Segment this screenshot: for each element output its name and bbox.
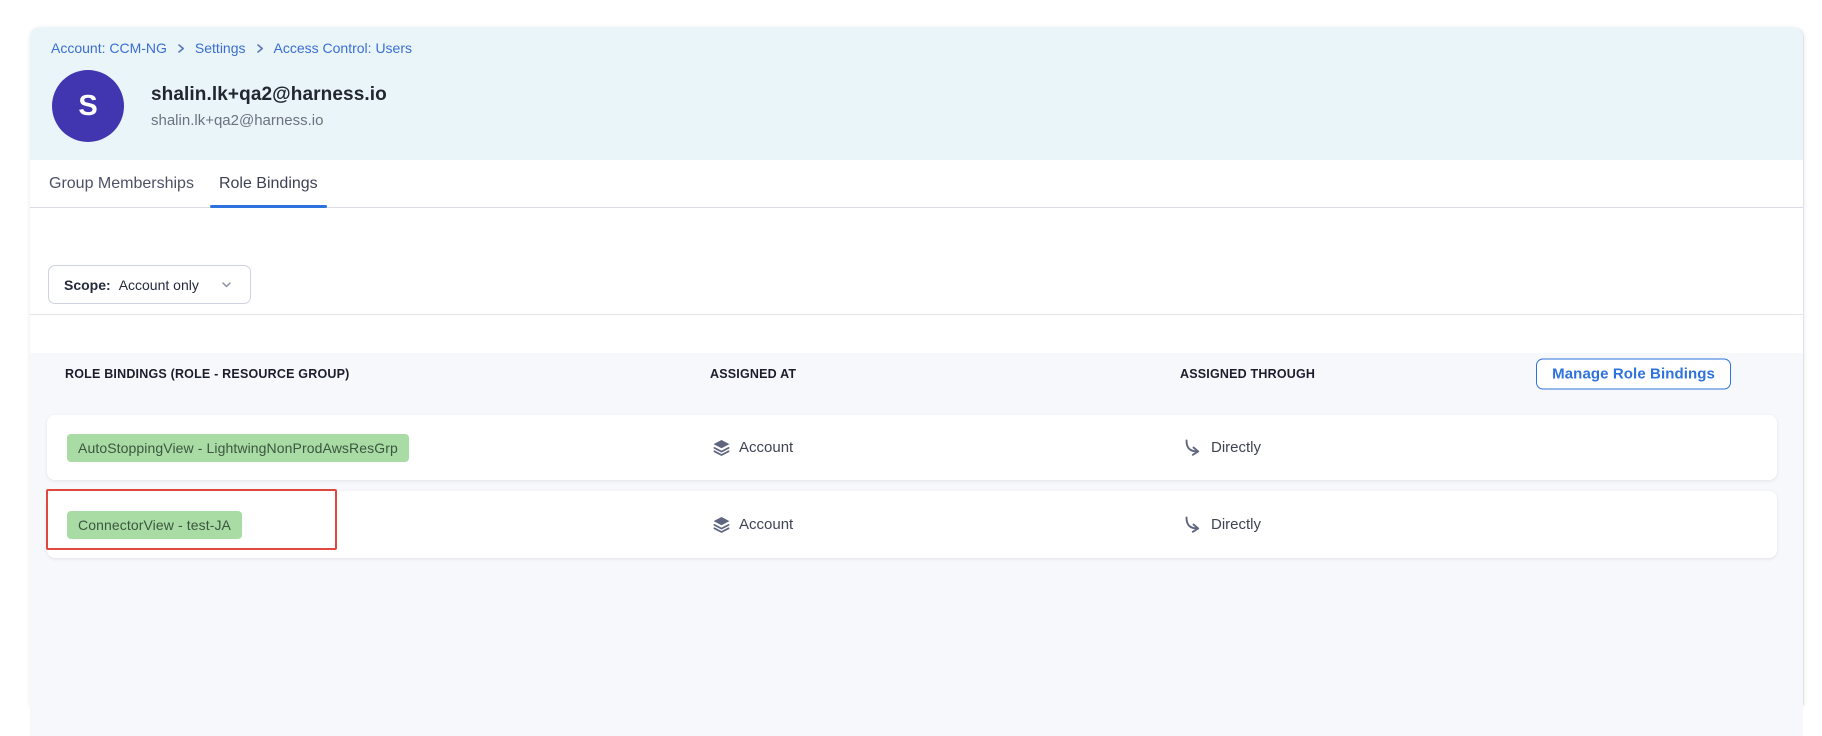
chevron-down-icon [219,277,234,292]
tab-bar: Group Memberships Role Bindings [30,160,1803,208]
filter-toolbar: Scope: Account only [30,208,1803,315]
breadcrumb-access-control-users[interactable]: Access Control: Users [274,40,412,56]
user-name: shalin.lk+qa2@harness.io [151,84,387,106]
manage-role-bindings-button[interactable]: Manage Role Bindings [1536,359,1731,390]
column-header-role-bindings: ROLE BINDINGS (ROLE - RESOURCE GROUP) [65,367,710,381]
user-details-panel: Account: CCM-NG Settings Access Control:… [30,27,1804,705]
assigned-through-value: Directly [1211,439,1261,456]
avatar: S [52,70,124,142]
column-header-assigned-at: ASSIGNED AT [710,367,1180,381]
layers-icon [712,515,731,534]
breadcrumb-account-link[interactable]: Account: CCM-NG [51,40,167,56]
assigned-at-value: Account [739,516,793,533]
scope-dropdown-value: Account only [119,277,199,293]
role-binding-badge: AutoStoppingView - LightwingNonProdAwsRe… [67,434,409,462]
assigned-through-cell: Directly [1182,438,1777,458]
role-bindings-section: ROLE BINDINGS (ROLE - RESOURCE GROUP) AS… [30,353,1803,736]
chevron-right-icon [176,43,186,54]
page: Account: CCM-NG Settings Access Control:… [0,0,1822,736]
user-email: shalin.lk+qa2@harness.io [151,112,387,129]
scope-dropdown[interactable]: Scope: Account only [48,265,251,304]
tab-role-bindings[interactable]: Role Bindings [210,160,327,207]
role-binding-badge: ConnectorView - test-JA [67,511,242,539]
table-row[interactable]: ConnectorView - test-JA Account [47,491,1777,558]
table-body: AutoStoppingView - LightwingNonProdAwsRe… [47,415,1777,558]
tab-group-memberships[interactable]: Group Memberships [40,160,203,207]
chevron-right-icon [255,43,265,54]
table-row[interactable]: AutoStoppingView - LightwingNonProdAwsRe… [47,415,1777,480]
assigned-at-cell: Account [712,515,1182,534]
curved-arrow-icon [1182,438,1203,458]
assigned-through-cell: Directly [1182,515,1777,535]
table-header-row: ROLE BINDINGS (ROLE - RESOURCE GROUP) AS… [47,353,1777,395]
user-header: Account: CCM-NG Settings Access Control:… [30,27,1803,160]
breadcrumb: Account: CCM-NG Settings Access Control:… [51,40,1783,56]
layers-icon [712,438,731,457]
user-identity: S shalin.lk+qa2@harness.io shalin.lk+qa2… [51,70,1783,142]
breadcrumb-settings-link[interactable]: Settings [195,40,246,56]
assigned-at-value: Account [739,439,793,456]
scope-dropdown-label: Scope: [64,277,111,293]
assigned-through-value: Directly [1211,516,1261,533]
curved-arrow-icon [1182,515,1203,535]
assigned-at-cell: Account [712,438,1182,457]
